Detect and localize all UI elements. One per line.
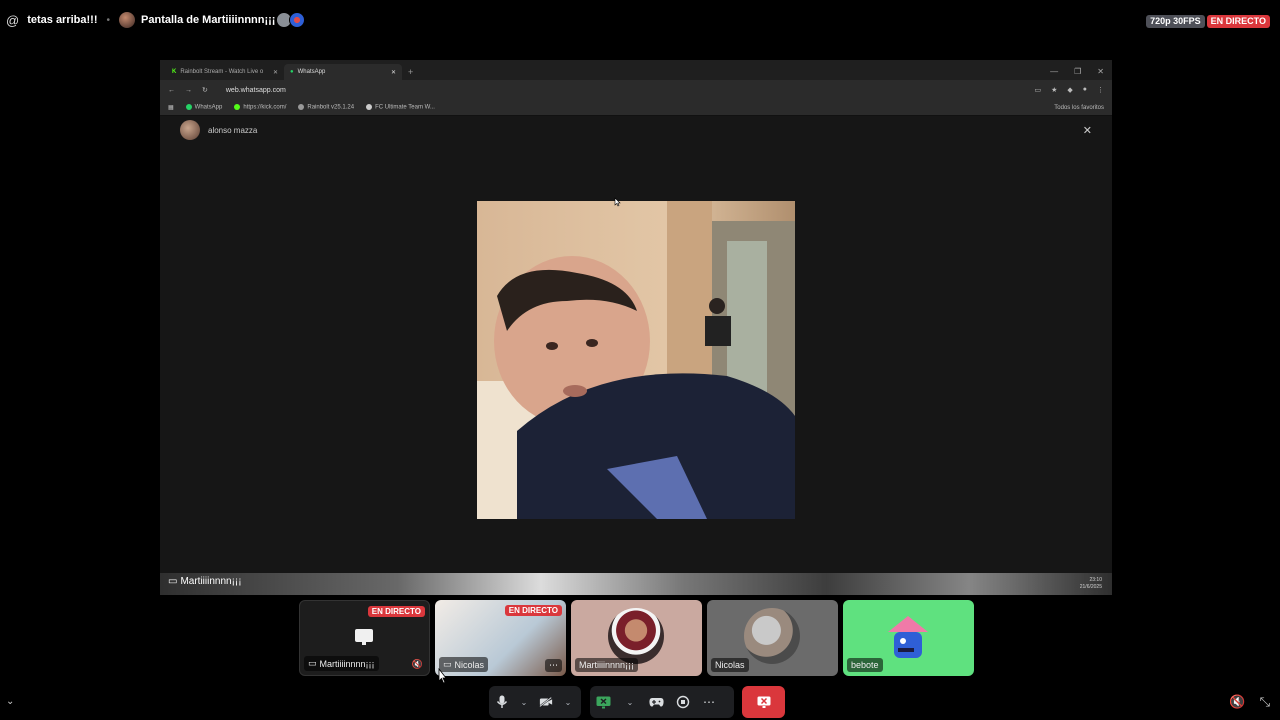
view-controls: 🔇 ⤡ (1229, 694, 1270, 710)
mouse-cursor-icon (438, 668, 447, 684)
close-tab-icon[interactable]: ✕ (391, 69, 396, 76)
participant-name: bebote (847, 658, 883, 672)
screen-share-label: ▭ Martiiiinnnn¡¡¡ (168, 576, 242, 587)
live-badge: EN DIRECTO (504, 605, 562, 616)
stream-header: @ tetas arriba!!! • Pantalla de Martiiii… (0, 0, 1280, 40)
screen-share-options-chevron-icon[interactable]: ⌄ (623, 698, 637, 707)
new-tab-button[interactable]: + (408, 67, 413, 77)
soundboard-icon[interactable] (676, 695, 690, 709)
apps-grid-icon[interactable]: ▦ (168, 104, 174, 111)
kick-icon: K (172, 69, 177, 75)
viewer-avatar (289, 12, 306, 28)
participant-tile[interactable]: EN DIRECTO ▭ Nicolas ⋯ (435, 600, 566, 676)
browser-tab-active[interactable]: ● WhatsApp ✕ (284, 64, 402, 80)
channel-at-icon: @ (6, 12, 20, 28)
activity-controls: ⌄ ⋯ (590, 686, 734, 718)
quality-badge: 720p 30FPS (1146, 15, 1205, 28)
stream-title: Pantalla de Martiiiinnnn¡¡¡ (141, 14, 276, 26)
tab-label: WhatsApp (297, 69, 326, 75)
window-controls: — ❐ ✕ (1050, 67, 1112, 76)
shared-screen[interactable]: K Rainbolt Stream - Watch Live o ✕ ● Wha… (160, 60, 1112, 595)
monitor-icon (355, 629, 373, 645)
minimize-icon[interactable]: — (1050, 67, 1058, 76)
close-tab-icon[interactable]: ✕ (273, 69, 278, 76)
call-controls: ⌄ ⌄ ⌄ ⋯ (0, 684, 1280, 720)
more-options-icon[interactable]: ⋯ (702, 695, 716, 709)
live-badge: EN DIRECTO (367, 606, 425, 617)
more-options-button[interactable]: ⋯ (545, 659, 562, 672)
back-icon[interactable]: ← (168, 87, 175, 94)
forward-icon[interactable]: → (185, 87, 192, 94)
close-window-icon[interactable]: ✕ (1097, 67, 1104, 76)
shared-cursor-icon (614, 197, 621, 207)
participant-tiles: EN DIRECTO ▭ Martiiiinnnn¡¡¡ 🔇 EN DIRECTO… (299, 600, 974, 676)
reload-icon[interactable]: ↻ (202, 86, 208, 94)
monitor-icon: ▭ (308, 658, 317, 668)
stream-badges: 720p 30FPS EN DIRECTO (1146, 15, 1270, 28)
extensions-icon[interactable]: ◆ (1067, 86, 1072, 94)
desktop-taskbar: 23:10 21/6/2025 (160, 573, 1112, 595)
participant-tile[interactable]: Martiiiinnnn¡¡¡ (571, 600, 702, 676)
browser-tab[interactable]: K Rainbolt Stream - Watch Live o ✕ (166, 64, 284, 80)
contact-avatar (180, 120, 200, 140)
participant-tile[interactable]: bebote (843, 600, 974, 676)
profile-icon[interactable]: ● (1083, 86, 1087, 94)
whatsapp-icon: ● (290, 69, 294, 75)
all-bookmarks-folder[interactable]: Todos los favoritos (1054, 105, 1104, 111)
taskbar-clock: 23:10 21/6/2025 (1079, 577, 1102, 590)
address-bar: ← → ↻ web.whatsapp.com ▭ ★ ◆ ● ⋮ (160, 80, 1112, 100)
screen-share-icon[interactable] (596, 696, 611, 709)
volume-muted-icon[interactable]: 🔇 (1229, 694, 1245, 710)
cast-icon[interactable]: ▭ (1034, 86, 1041, 94)
participant-avatar (744, 608, 800, 664)
live-badge: EN DIRECTO (1206, 15, 1270, 28)
header-separator: • (106, 14, 111, 26)
viewer-avatars[interactable] (276, 12, 306, 28)
bookmark-item[interactable]: FC Ultimate Team W... (366, 104, 435, 111)
camera-off-icon[interactable] (539, 696, 553, 708)
muted-speaker-icon: 🔇 (411, 659, 423, 669)
browser-tab-bar: K Rainbolt Stream - Watch Live o ✕ ● Wha… (160, 60, 1112, 80)
collapse-chevron-icon[interactable]: ⌄ (6, 696, 14, 707)
participant-name: Nicolas (711, 658, 749, 672)
browser-actions: ▭ ★ ◆ ● ⋮ (1034, 86, 1104, 94)
bookmark-item[interactable]: https://kick.com/ (234, 104, 286, 111)
gamepad-icon[interactable] (649, 697, 664, 708)
participant-avatar (880, 608, 936, 664)
bookmark-item[interactable]: Rainbolt v25.1.24 (298, 104, 354, 111)
media-viewer-header: alonso mazza ✕ (160, 116, 1112, 144)
audio-video-controls: ⌄ ⌄ (489, 686, 581, 718)
streamer-avatar (119, 12, 136, 28)
channel-name[interactable]: tetas arriba!!! (27, 14, 97, 26)
menu-icon[interactable]: ⋮ (1097, 86, 1104, 94)
contact-name: alonso mazza (208, 125, 258, 135)
monitor-icon: ▭ (168, 576, 178, 587)
shared-photo (477, 201, 795, 519)
leave-call-icon (757, 696, 770, 708)
participant-tile[interactable]: EN DIRECTO ▭ Martiiiinnnn¡¡¡ 🔇 (299, 600, 430, 676)
participant-avatar (608, 608, 664, 664)
close-media-icon[interactable]: ✕ (1083, 124, 1092, 137)
exit-fullscreen-icon[interactable]: ⤡ (1260, 694, 1270, 710)
microphone-icon[interactable] (495, 695, 509, 709)
bookmarks-bar: ▦ WhatsApp https://kick.com/ Rainbolt v2… (160, 100, 1112, 116)
url-field[interactable]: web.whatsapp.com (226, 87, 286, 94)
mic-options-chevron-icon[interactable]: ⌄ (517, 698, 531, 707)
camera-options-chevron-icon[interactable]: ⌄ (561, 698, 575, 707)
participant-tile[interactable]: Nicolas (707, 600, 838, 676)
disconnect-button[interactable] (742, 686, 785, 718)
tab-label: Rainbolt Stream - Watch Live o (180, 69, 264, 75)
maximize-icon[interactable]: ❐ (1074, 67, 1081, 76)
participant-name: ▭ Martiiiinnnn¡¡¡ (304, 656, 379, 671)
bookmark-star-icon[interactable]: ★ (1051, 86, 1057, 94)
participant-name: Martiiiinnnn¡¡¡ (575, 658, 639, 672)
bookmark-item[interactable]: WhatsApp (185, 104, 222, 111)
